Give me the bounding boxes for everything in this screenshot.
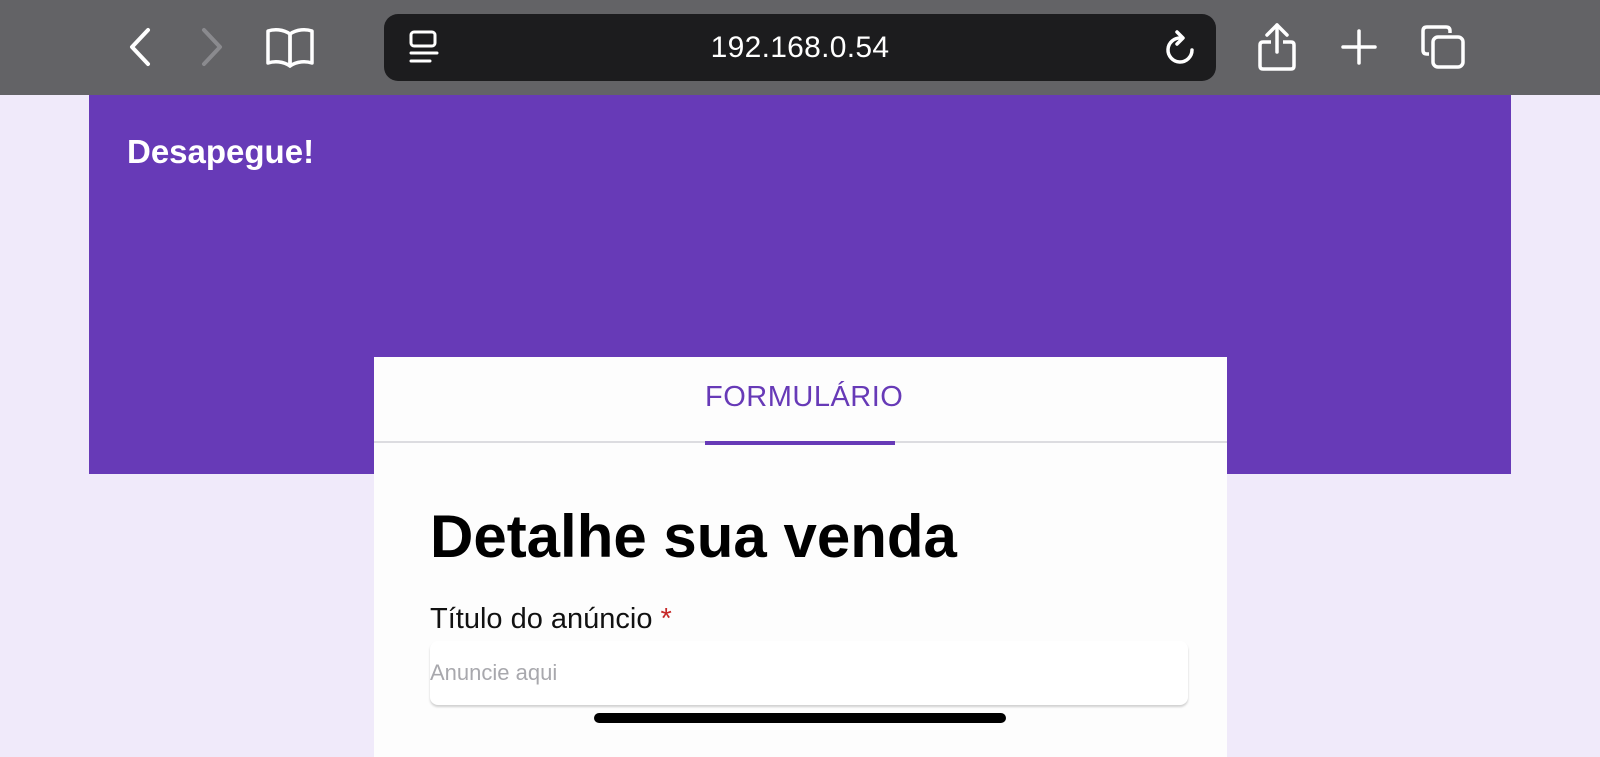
form-card: FORMULÁRIO Detalhe sua venda Título do a… [374,357,1227,757]
bookmarks-button[interactable] [262,24,318,70]
reload-button[interactable] [1162,28,1200,68]
form-title: Detalhe sua venda [430,503,957,570]
titulo-label-text: Título do anúncio [430,603,653,635]
required-asterisk: * [660,603,672,635]
titulo-input[interactable] [430,641,1188,705]
back-button[interactable] [118,22,162,72]
titulo-field-label: Título do anúncio * [430,603,672,636]
tabs-icon [1421,25,1465,69]
chevron-right-icon [202,28,222,66]
home-indicator [594,713,1006,723]
tab-label: FORMULÁRIO [705,381,904,413]
browser-toolbar: 192.168.0.54 [0,0,1600,95]
url-text: 192.168.0.54 [710,30,890,64]
reload-icon [1166,30,1194,64]
share-button[interactable] [1254,20,1300,74]
book-icon [266,28,314,68]
tab-formulario[interactable]: FORMULÁRIO [705,357,904,445]
new-tab-button[interactable] [1336,24,1382,70]
forward-button[interactable] [190,22,234,72]
address-bar[interactable]: 192.168.0.54 [384,14,1216,81]
tabs-button[interactable] [1418,22,1468,72]
tab-bar: FORMULÁRIO [374,357,1227,445]
tab-active-indicator [705,441,895,445]
share-icon [1258,23,1296,71]
brand-logo-text[interactable]: Desapegue! [127,133,314,171]
chevron-left-icon [130,28,150,66]
plus-icon [1341,29,1377,65]
